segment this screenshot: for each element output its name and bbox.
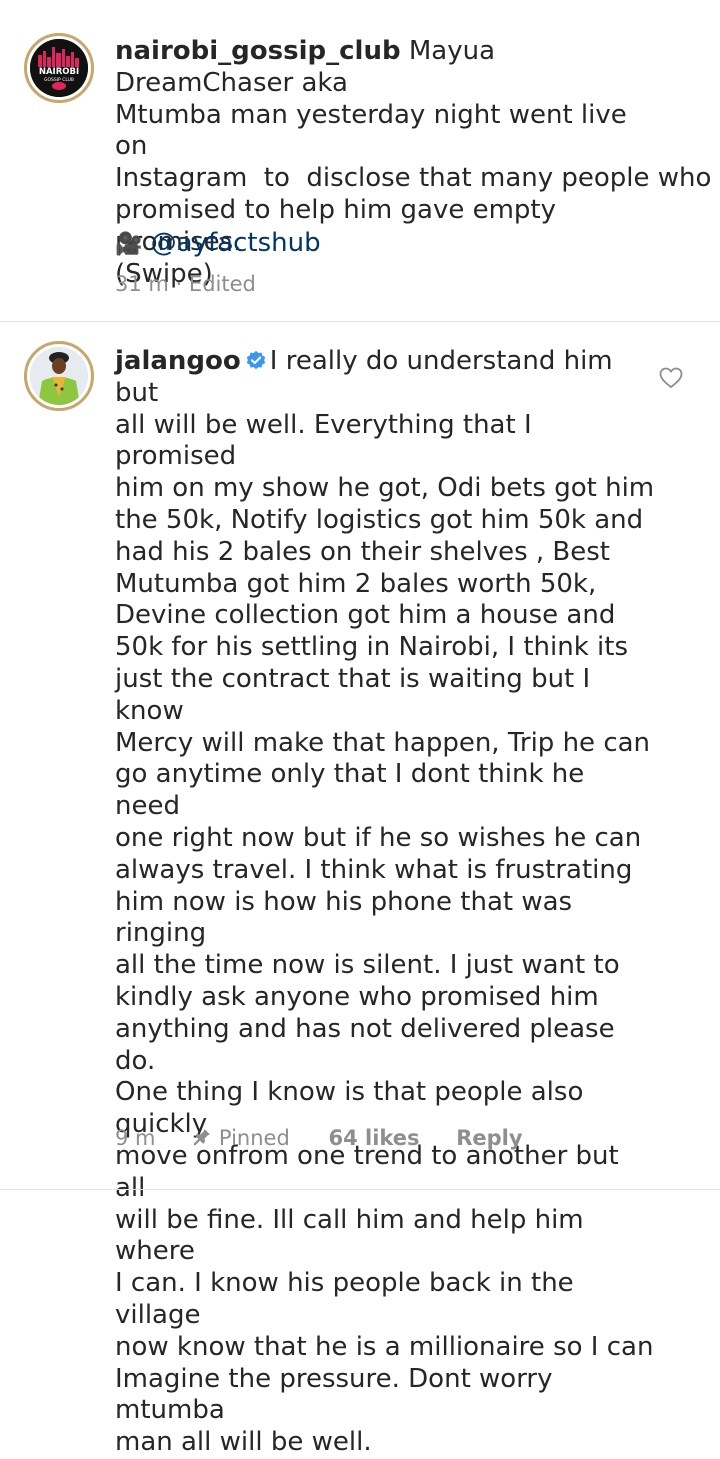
comment-line: Devine collection got him a house and — [115, 600, 616, 631]
comment-text: jalangoo I really do understand him but … — [115, 346, 655, 1459]
comment-line: Imagine the pressure. Dont worry mtumba — [115, 1363, 553, 1426]
pin-icon — [192, 1126, 212, 1150]
comment-username[interactable]: jalangoo — [115, 346, 241, 376]
bottom-divider — [0, 1189, 720, 1190]
comment-line: him on my show he got, Odi bets got him — [115, 473, 655, 504]
comment-line: kindly ask anyone who promised him — [115, 981, 599, 1012]
meta-separator: · — [175, 272, 183, 296]
comment-line: now know that he is a millionaire so I c… — [115, 1331, 654, 1362]
caption-line: Instagram to disclose that many people w… — [115, 163, 712, 194]
caption-post: NAIROBI GOSSIP CLUB nairobi_gossip_club … — [0, 0, 720, 320]
movie-camera-icon: 🎥 — [115, 232, 143, 257]
caption-line: Mtumba man yesterday night went live on — [115, 99, 627, 162]
caption-username[interactable]: nairobi_gossip_club — [115, 36, 401, 66]
jalangoo-avatar[interactable] — [24, 341, 94, 411]
caption-time: 31 m — [115, 272, 169, 296]
skyline-logo-icon: NAIROBI GOSSIP CLUB — [30, 39, 88, 97]
edited-label: Edited — [188, 272, 256, 296]
comment-line: just the contract that is waiting but I … — [115, 663, 591, 726]
comment-line: all the time now is silent. I just want … — [115, 950, 620, 981]
comment-line: had his 2 bales on their shelves , Best — [115, 536, 611, 567]
comment-line: him now is how his phone that was ringin… — [115, 886, 573, 949]
comment-meta: 9 m Pinned 64 likes Reply — [115, 1126, 655, 1150]
comment-line: Mutumba got him 2 bales worth 50k, — [115, 568, 597, 599]
profile-photo-icon — [30, 347, 88, 405]
reply-button[interactable]: Reply — [456, 1126, 522, 1150]
comment-line: will be fine. Ill call him and help him … — [115, 1204, 584, 1267]
comment-line: one right now but if he so wishes he can — [115, 822, 642, 853]
comment-line: anything and has not delivered please do… — [115, 1013, 615, 1076]
verified-badge-icon — [246, 350, 265, 370]
comment-time: 9 m — [115, 1126, 156, 1150]
comment-line: the 50k, Notify logistics got him 50k an… — [115, 504, 644, 535]
likes-count[interactable]: 64 likes — [328, 1126, 419, 1150]
credit-line: 🎥 @ayfactshub — [115, 228, 655, 261]
nairobi-gossip-club-avatar[interactable]: NAIROBI GOSSIP CLUB — [24, 33, 94, 103]
pinned-label: Pinned — [218, 1126, 290, 1150]
comment-line: always travel. I think what is frustrati… — [115, 854, 633, 885]
comment-line: I can. I know his people back in the vil… — [115, 1268, 574, 1330]
comment-line: go anytime only that I dont think he nee… — [115, 759, 585, 822]
credit-mention-link[interactable]: @ayfactshub — [151, 228, 321, 258]
comment-line: move onfrom one trend to another but all — [115, 1140, 619, 1203]
comment-line: all will be well. Everything that I prom… — [115, 409, 532, 472]
like-heart-icon[interactable] — [659, 367, 683, 389]
comment-item: jalangoo I really do understand him but … — [0, 322, 720, 1457]
comment-line: man all will be well. — [115, 1427, 372, 1458]
comment-line: 50k for his settling in Nairobi, I think… — [115, 632, 629, 663]
svg-text:NAIROBI: NAIROBI — [39, 67, 79, 77]
caption-meta: 31 m · Edited — [115, 272, 256, 296]
svg-text:GOSSIP CLUB: GOSSIP CLUB — [44, 77, 74, 83]
comment-line: Mercy will make that happen, Trip he can — [115, 727, 651, 758]
